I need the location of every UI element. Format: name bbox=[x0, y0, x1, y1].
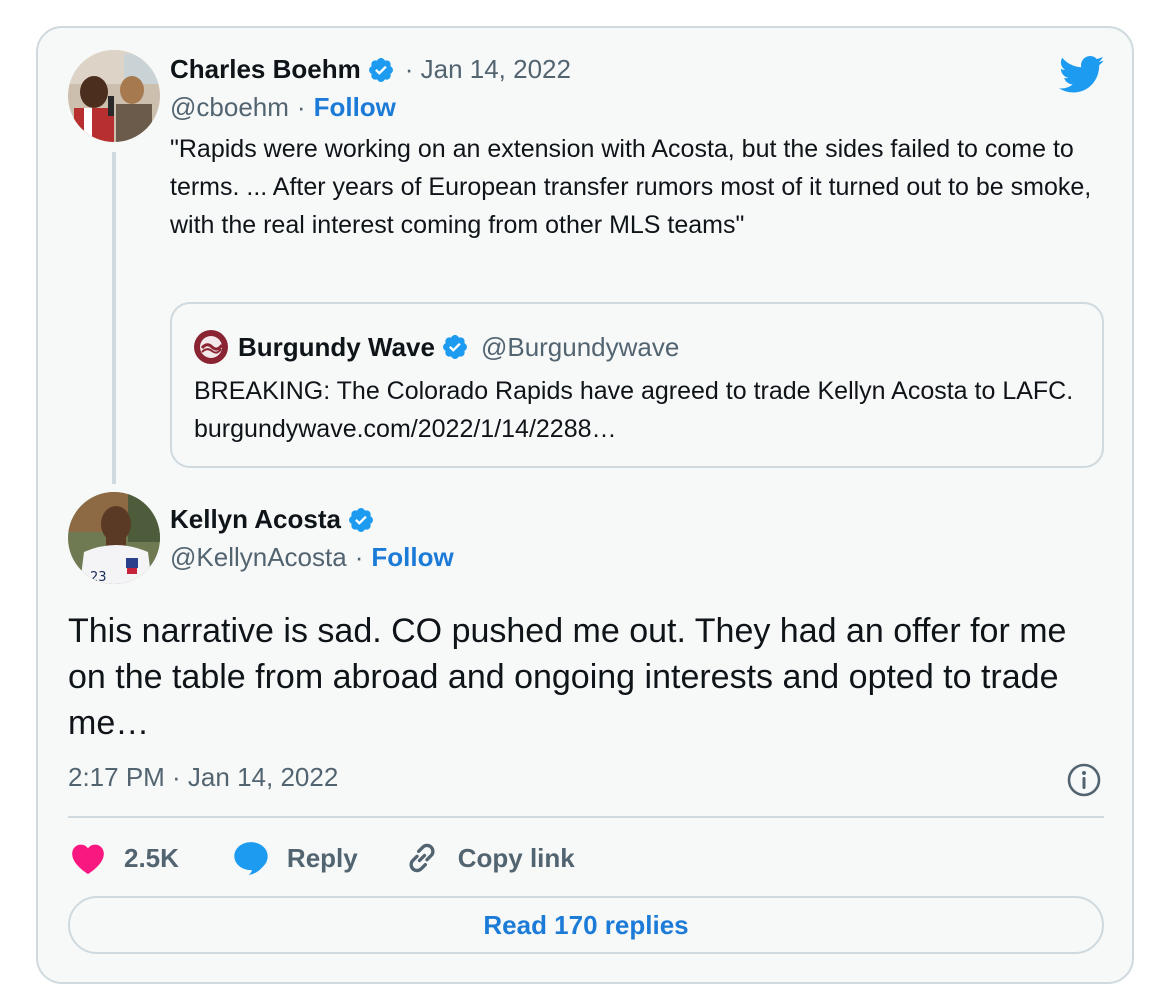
twitter-bird-icon[interactable] bbox=[1059, 56, 1105, 94]
separator: · bbox=[354, 542, 364, 572]
copy-link-label: Copy link bbox=[457, 842, 575, 873]
follow-button[interactable]: Follow bbox=[314, 92, 396, 123]
read-replies-button[interactable]: Read 170 replies bbox=[68, 896, 1104, 954]
main-tweet-text: This narrative is sad. CO pushed me out.… bbox=[68, 612, 1067, 742]
like-count: 2.5K bbox=[124, 842, 179, 873]
verified-badge-icon bbox=[441, 333, 469, 361]
embedded-tweet-text: BREAKING: The Colorado Rapids have agree… bbox=[194, 377, 1074, 443]
tweet-date[interactable]: · Jan 14, 2022 bbox=[405, 54, 571, 85]
author-handle[interactable]: @cboehm bbox=[170, 92, 289, 123]
avatar[interactable]: 23 bbox=[68, 492, 160, 584]
reply-button[interactable]: Reply bbox=[231, 838, 358, 878]
tweet-timestamp[interactable]: 2:17 PM · Jan 14, 2022 bbox=[68, 762, 338, 793]
embedded-author-row: Burgundy Wave @Burgundywave bbox=[194, 330, 679, 364]
embedded-tweet-card[interactable]: Burgundy Wave @Burgundywave BREAKING: Th… bbox=[170, 302, 1104, 468]
embedded-author-handle[interactable]: @Burgundywave bbox=[481, 332, 679, 363]
avatar[interactable] bbox=[68, 50, 160, 142]
verified-badge-icon bbox=[347, 506, 375, 534]
like-button[interactable]: 2.5K bbox=[68, 838, 179, 878]
author-name[interactable]: Charles Boehm bbox=[170, 54, 361, 85]
link-icon bbox=[402, 838, 442, 878]
quoted-tweet-text: "Rapids were working on an extension wit… bbox=[170, 135, 1092, 239]
main-handle-row: @KellynAcosta · Follow bbox=[170, 542, 454, 573]
burgundy-wave-logo bbox=[194, 330, 228, 364]
heart-icon bbox=[68, 838, 108, 878]
quoted-author-row: Charles Boehm · Jan 14, 2022 bbox=[170, 54, 571, 85]
embedded-author-name[interactable]: Burgundy Wave bbox=[238, 332, 435, 363]
verified-badge-icon bbox=[367, 56, 395, 84]
copy-link-button[interactable]: Copy link bbox=[402, 838, 575, 878]
svg-text:23: 23 bbox=[90, 570, 107, 584]
info-icon[interactable] bbox=[1066, 762, 1102, 798]
main-author-row: Kellyn Acosta bbox=[170, 504, 375, 535]
quoted-handle-row: @cboehm · Follow bbox=[170, 92, 396, 123]
author-name[interactable]: Kellyn Acosta bbox=[170, 504, 341, 535]
author-handle[interactable]: @KellynAcosta bbox=[170, 542, 347, 573]
tweet-embed-card: Charles Boehm · Jan 14, 2022 @cboehm · F… bbox=[36, 26, 1134, 984]
thread-line bbox=[112, 152, 116, 484]
reply-label: Reply bbox=[286, 842, 358, 873]
follow-button[interactable]: Follow bbox=[371, 542, 453, 573]
divider bbox=[68, 816, 1104, 818]
speech-bubble-icon bbox=[231, 838, 271, 878]
action-bar: 2.5K Reply Copy link bbox=[68, 838, 575, 878]
separator: · bbox=[296, 92, 306, 122]
